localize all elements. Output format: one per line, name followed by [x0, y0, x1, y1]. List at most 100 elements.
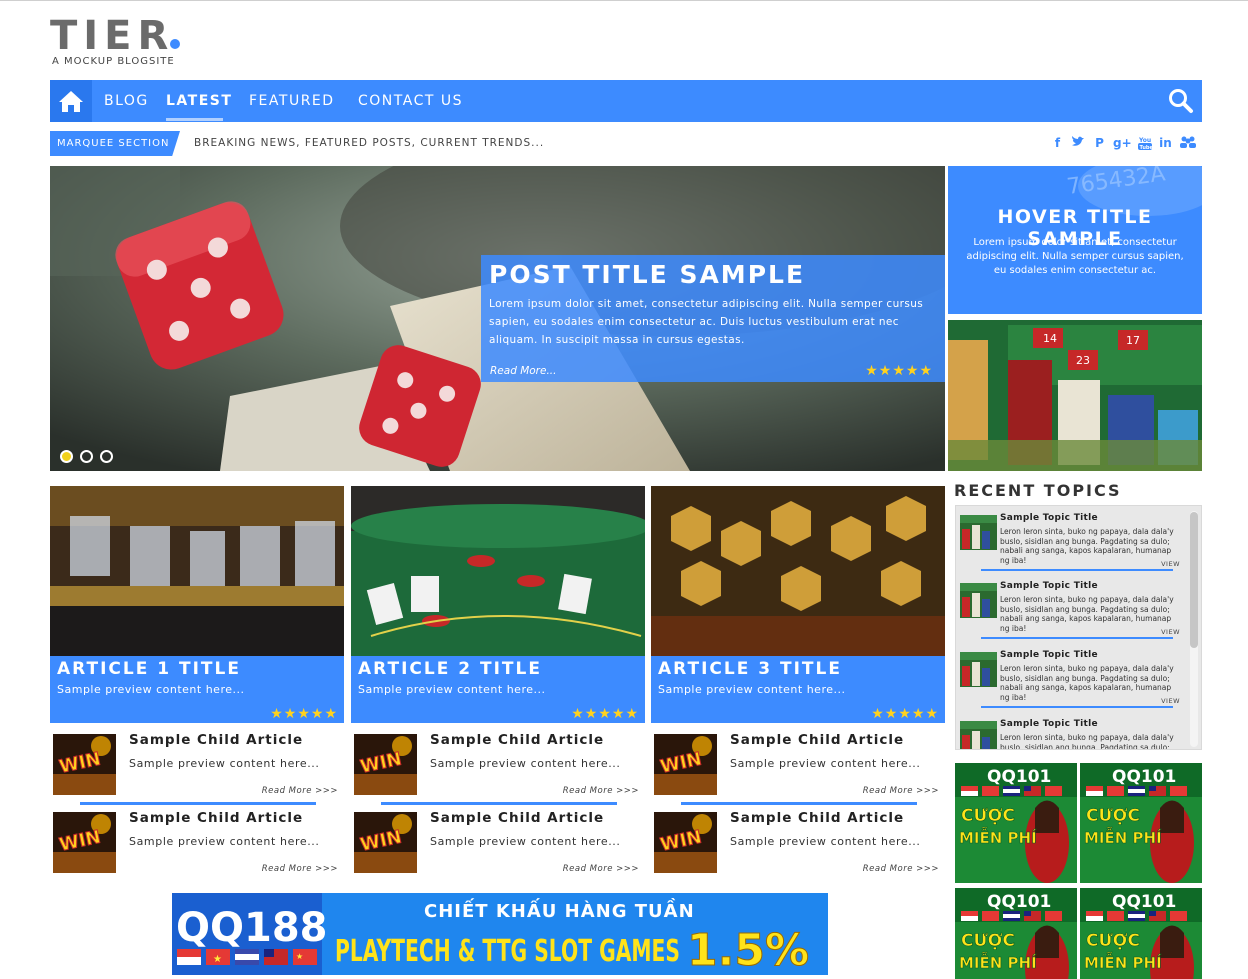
qq101-line2: MIỄN PHÍ	[1084, 826, 1162, 847]
marquee-tag: MARQUEE SECTION	[50, 131, 180, 156]
recent-topic-text: Leron leron sinta, buko ng papaya, dala …	[1000, 664, 1174, 703]
slider-dot-2[interactable]	[80, 450, 93, 463]
nav-latest[interactable]: LATEST	[166, 80, 232, 122]
qq101-ad[interactable]: QQ101 CƯỢC MIỄN PHÍ	[955, 763, 1077, 883]
article-2-bar: ARTICLE 2 TITLE Sample preview content h…	[351, 656, 645, 723]
article-2-stars: ★★★★★	[571, 706, 639, 722]
child-article-thumbnail[interactable]: WIN	[53, 812, 116, 873]
qq101-ad[interactable]: QQ101 CƯỢC MIỄN PHÍ	[1080, 888, 1202, 979]
youtube-icon[interactable]: You Tube	[1137, 135, 1154, 151]
search-button[interactable]	[1168, 88, 1194, 114]
home-button[interactable]	[50, 80, 92, 122]
child-article-read-more[interactable]: Read More >>>	[262, 786, 338, 796]
recent-topic-item[interactable]: Sample Topic Title Leron leron sinta, buk…	[959, 574, 1184, 640]
child-article[interactable]: WIN Sample Child Article Sample preview co…	[651, 810, 945, 884]
flags-icon	[1086, 911, 1187, 921]
facebook-icon[interactable]: f	[1050, 135, 1065, 151]
child-article-thumbnail[interactable]: WIN	[53, 734, 116, 795]
child-article-read-more[interactable]: Read More >>>	[863, 864, 939, 874]
recent-scrollbar-thumb[interactable]	[1190, 512, 1198, 648]
child-article-read-more[interactable]: Read More >>>	[262, 864, 338, 874]
child-article-thumbnail[interactable]: WIN	[654, 734, 717, 795]
recent-topic-title[interactable]: Sample Topic Title	[1000, 650, 1098, 660]
qq101-logo: QQ101	[987, 892, 1051, 912]
recent-topics-list[interactable]: Sample Topic Title Leron leron sinta, buk…	[955, 505, 1202, 750]
marquee-text: BREAKING NEWS, FEATURED POSTS, CURRENT T…	[194, 137, 545, 149]
group-icon[interactable]	[1179, 135, 1196, 151]
recent-topics-heading: RECENT TOPICS	[954, 481, 1122, 500]
hover-card-text: Lorem ipsum dolor sit amet, consectetur …	[966, 237, 1184, 276]
recent-topic-item[interactable]: Sample Topic Title Leron leron sinta, buk…	[959, 712, 1184, 750]
article-1-preview: Sample preview content here...	[57, 683, 245, 696]
child-article-read-more[interactable]: Read More >>>	[563, 786, 639, 796]
child-article-title[interactable]: Sample Child Article	[129, 732, 303, 748]
child-article[interactable]: WIN Sample Child Article Sample preview co…	[651, 732, 945, 806]
qq101-ad[interactable]: QQ101 CƯỢC MIỄN PHÍ	[1080, 763, 1202, 883]
qq101-line1: CƯỢC	[1086, 806, 1140, 826]
recent-topic-title[interactable]: Sample Topic Title	[1000, 719, 1098, 729]
child-article-thumbnail[interactable]: WIN	[354, 812, 417, 873]
qq101-line2: MIỄN PHÍ	[959, 951, 1037, 972]
child-article-read-more[interactable]: Read More >>>	[863, 786, 939, 796]
nav-contact-us[interactable]: CONTACT US	[358, 80, 463, 122]
pinterest-icon[interactable]: P	[1092, 135, 1107, 151]
qq188-banner-ad[interactable]: QQ188 ★ ★ CHIẾT KHẤU HÀNG TUẦN PLAYTECH …	[172, 893, 828, 975]
recent-topic-text: Leron leron sinta, buko ng papaya, dala …	[1000, 733, 1174, 750]
recent-topic-item[interactable]: Sample Topic Title Leron leron sinta, buk…	[959, 643, 1184, 709]
slider-dot-3[interactable]	[100, 450, 113, 463]
linkedin-icon[interactable]: in	[1158, 135, 1173, 151]
child-article-thumbnail[interactable]: WIN	[354, 734, 417, 795]
article-1-bar: ARTICLE 1 TITLE Sample preview content h…	[50, 656, 344, 723]
hero-caption: POST TITLE SAMPLE Lorem ipsum dolor sit …	[481, 255, 945, 382]
article-1-title[interactable]: ARTICLE 1 TITLE	[57, 658, 337, 680]
recent-topic-item[interactable]: Sample Topic Title Leron leron sinta, buk…	[959, 506, 1184, 572]
slider-dot-1[interactable]	[60, 450, 73, 463]
svg-text:You: You	[1138, 137, 1151, 144]
recent-topic-thumbnail[interactable]	[960, 583, 997, 618]
qq101-ad[interactable]: QQ101 CƯỢC MIỄN PHÍ	[955, 888, 1077, 979]
recent-topic-view-link[interactable]: VIEW	[1161, 697, 1180, 705]
child-article-preview: Sample preview content here...	[730, 757, 921, 770]
child-article-thumbnail[interactable]: WIN	[654, 812, 717, 873]
article-3-title[interactable]: ARTICLE 3 TITLE	[658, 658, 938, 680]
qq101-line2: MIỄN PHÍ	[959, 826, 1037, 847]
google-plus-icon[interactable]: g+	[1113, 135, 1132, 151]
nav-featured[interactable]: FEATURED	[249, 80, 335, 122]
twitter-icon[interactable]	[1071, 135, 1086, 151]
hero-title[interactable]: POST TITLE SAMPLE	[489, 259, 937, 291]
recent-topic-thumbnail[interactable]	[960, 515, 997, 550]
site-logo[interactable]: TIER	[50, 14, 181, 58]
banner-percent: 1.5%	[687, 925, 809, 975]
nav-blog[interactable]: BLOG	[104, 80, 149, 122]
child-article-title[interactable]: Sample Child Article	[430, 810, 604, 826]
child-article-title[interactable]: Sample Child Article	[730, 810, 904, 826]
hover-card[interactable]: 765432A HOVER TITLE SAMPLE Lorem ipsum d…	[948, 166, 1202, 314]
child-article-title[interactable]: Sample Child Article	[730, 732, 904, 748]
article-card-2[interactable]: ARTICLE 2 TITLE Sample preview content h…	[351, 486, 645, 723]
child-article[interactable]: WIN Sample Child Article Sample preview co…	[351, 732, 645, 806]
recent-topic-view-link[interactable]: VIEW	[1161, 560, 1180, 568]
recent-topic-thumbnail[interactable]	[960, 652, 997, 687]
hero-slider[interactable]: POST TITLE SAMPLE Lorem ipsum dolor sit …	[50, 166, 945, 471]
child-article-read-more[interactable]: Read More >>>	[563, 864, 639, 874]
hero-read-more[interactable]: Read More...	[490, 365, 556, 377]
child-article[interactable]: WIN Sample Child Article Sample preview co…	[50, 810, 344, 884]
qq101-line1: CƯỢC	[961, 806, 1015, 826]
child-article-title[interactable]: Sample Child Article	[430, 732, 604, 748]
qq101-line1: CƯỢC	[961, 931, 1015, 951]
recent-topic-title[interactable]: Sample Topic Title	[1000, 581, 1098, 591]
logo-dot	[170, 39, 181, 49]
child-article[interactable]: WIN Sample Child Article Sample preview co…	[351, 810, 645, 884]
article-card-3[interactable]: ARTICLE 3 TITLE Sample preview content h…	[651, 486, 945, 723]
article-2-title[interactable]: ARTICLE 2 TITLE	[358, 658, 638, 680]
hero-rating-stars: ★★★★★	[865, 363, 933, 379]
article-1-stars: ★★★★★	[270, 706, 338, 722]
qq101-line2: MIỄN PHÍ	[1084, 951, 1162, 972]
article-card-1[interactable]: ARTICLE 1 TITLE Sample preview content h…	[50, 486, 344, 723]
recent-topic-title[interactable]: Sample Topic Title	[1000, 513, 1098, 523]
child-article[interactable]: WIN Sample Child Article Sample preview co…	[50, 732, 344, 806]
recent-topic-thumbnail[interactable]	[960, 721, 997, 749]
recent-topic-view-link[interactable]: VIEW	[1161, 628, 1180, 636]
casino-chips-image[interactable]: 14 17 23	[948, 320, 1202, 471]
child-article-title[interactable]: Sample Child Article	[129, 810, 303, 826]
